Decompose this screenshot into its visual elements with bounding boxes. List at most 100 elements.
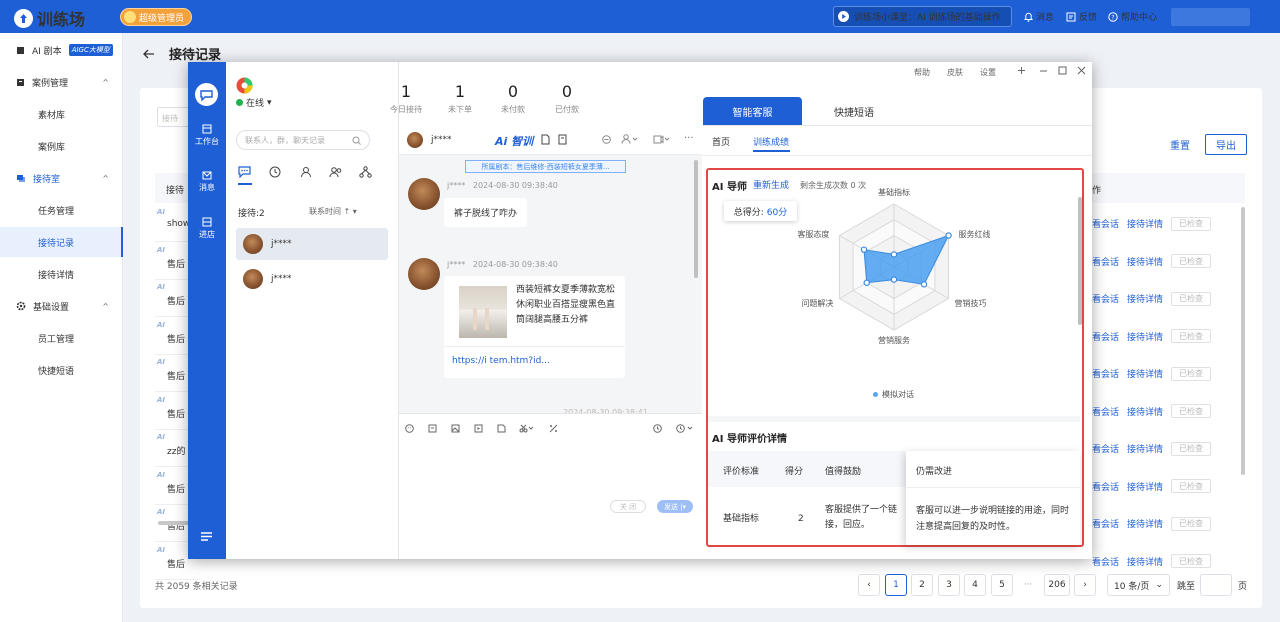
pin-icon[interactable]	[1017, 66, 1026, 75]
sidebar-item-task[interactable]: 任务管理	[0, 195, 123, 225]
checked-button[interactable]: 已检查	[1171, 516, 1212, 531]
close-chat-button[interactable]: 关 闭	[610, 500, 646, 513]
contact-item[interactable]: j****	[236, 228, 388, 260]
strip-messages[interactable]: 消息	[188, 171, 226, 193]
page-button[interactable]: 206	[1044, 574, 1070, 596]
checked-button[interactable]: 已检查	[1171, 254, 1212, 268]
reception-detail-link[interactable]: 接待详情	[1127, 217, 1163, 230]
product-link[interactable]: https://i tem.htm?id...	[452, 356, 550, 366]
reception-detail-link[interactable]: 接待详情	[1127, 517, 1163, 530]
chat-scrollbar[interactable]	[694, 160, 698, 278]
radar-point[interactable]	[920, 281, 928, 288]
clock-tab-icon[interactable]	[269, 166, 281, 178]
org-tab-icon[interactable]	[359, 166, 372, 178]
skin-control[interactable]: 皮肤	[947, 67, 963, 78]
video-icon[interactable]	[653, 135, 669, 144]
sort-select[interactable]: 联系时间 ↑ ▾	[309, 206, 357, 217]
sidebar-item-material[interactable]: 素材库	[0, 99, 123, 129]
page-button[interactable]: 3	[938, 574, 960, 596]
send-button[interactable]: 发送 |▾	[657, 500, 693, 513]
report-icon[interactable]	[558, 134, 568, 145]
view-session-link[interactable]: 看会话	[1092, 255, 1119, 268]
subtab-training-results[interactable]: 训练成绩	[753, 135, 789, 148]
prev-page-button[interactable]: ‹	[858, 574, 880, 596]
strip-workbench[interactable]: 工作台	[188, 124, 226, 147]
sidebar-item-quick-phrases[interactable]: 快捷短语	[0, 355, 123, 385]
reception-detail-link[interactable]: 接待详情	[1127, 292, 1163, 305]
view-session-link[interactable]: 看会话	[1092, 217, 1119, 230]
regenerate-button[interactable]: 重新生成	[753, 178, 789, 191]
emoji-icon[interactable]	[405, 424, 414, 433]
export-button[interactable]: 导出	[1205, 134, 1247, 155]
chat-logo-icon[interactable]	[195, 83, 218, 106]
view-session-link[interactable]: 看会话	[1092, 517, 1119, 530]
page-ellipsis[interactable]: ···	[1017, 574, 1039, 596]
lesson-link[interactable]: 训练场小课堂：AI 训练场的基础操作	[833, 6, 1012, 27]
view-session-link[interactable]: 看会话	[1092, 442, 1119, 455]
sidebar-item-staff[interactable]: 员工管理	[0, 323, 123, 353]
view-session-link[interactable]: 看会话	[1092, 555, 1119, 568]
tab-smart-service[interactable]: 智能客服	[703, 97, 802, 125]
reception-detail-link[interactable]: 接待详情	[1127, 255, 1163, 268]
sidebar-group-reception[interactable]: 接待室 ^	[0, 163, 123, 193]
scissors-icon[interactable]	[519, 424, 534, 433]
person-tab-icon[interactable]	[300, 166, 312, 178]
schedule-icon[interactable]	[676, 424, 693, 433]
reset-button[interactable]: 重置	[1170, 137, 1190, 152]
back-arrow-icon[interactable]	[143, 49, 155, 59]
help-control[interactable]: 帮助	[914, 67, 930, 78]
reception-detail-link[interactable]: 接待详情	[1127, 480, 1163, 493]
radar-point[interactable]	[890, 276, 898, 283]
message-editor[interactable]	[399, 413, 702, 559]
user-account[interactable]	[1171, 8, 1250, 26]
reception-detail-link[interactable]: 接待详情	[1127, 442, 1163, 455]
sidebar-item-case-library[interactable]: 案例库	[0, 131, 123, 161]
view-session-link[interactable]: 看会话	[1092, 480, 1119, 493]
checked-button[interactable]: 已检查	[1171, 554, 1212, 568]
tab-quick-phrases[interactable]: 快捷短语	[834, 104, 874, 119]
contact-item[interactable]: j****	[236, 263, 388, 295]
feedback-button[interactable]: 反馈	[1066, 10, 1097, 23]
chat-tab-icon[interactable]	[238, 166, 251, 178]
view-session-link[interactable]: 看会话	[1092, 330, 1119, 343]
settings-control[interactable]: 设置	[980, 67, 996, 78]
page-button[interactable]: 1	[885, 574, 907, 596]
checked-button[interactable]: 已检查	[1171, 216, 1212, 231]
minimize-icon[interactable]	[1039, 66, 1048, 75]
sidebar-item-reception-detail[interactable]: 接待详情	[0, 259, 123, 289]
document-icon[interactable]	[541, 134, 550, 145]
ai-train-button[interactable]: Ai 智训	[495, 133, 533, 149]
reception-detail-link[interactable]: 接待详情	[1127, 330, 1163, 343]
jump-input[interactable]	[1200, 574, 1232, 596]
file-icon[interactable]	[497, 424, 506, 433]
percent-icon[interactable]	[549, 424, 558, 433]
sidebar-item-ai-script[interactable]: AI 剧本 AIGC大模型	[0, 35, 123, 65]
reception-detail-link[interactable]: 接待详情	[1127, 367, 1163, 380]
help-center-button[interactable]: ? 帮助中心	[1108, 10, 1157, 23]
chart-legend[interactable]: 模拟对话	[873, 389, 914, 400]
reception-detail-link[interactable]: 接待详情	[1127, 405, 1163, 418]
result-scrollbar[interactable]	[1078, 197, 1082, 325]
more-icon[interactable]: ···	[684, 133, 694, 144]
menu-icon[interactable]	[200, 531, 213, 542]
page-button[interactable]: 5	[991, 574, 1013, 596]
reception-detail-link[interactable]: 接待详情	[1127, 555, 1163, 568]
add-user-icon[interactable]	[621, 134, 637, 144]
shop-avatar[interactable]	[236, 77, 253, 94]
template-icon[interactable]	[428, 424, 437, 433]
radar-point[interactable]	[945, 232, 952, 239]
checked-button[interactable]: 已检查	[1171, 479, 1212, 493]
maximize-icon[interactable]	[1058, 66, 1067, 75]
checked-button[interactable]: 已检查	[1171, 441, 1212, 456]
table-scrollbar[interactable]	[1241, 207, 1245, 475]
messages-button[interactable]: 消息	[1024, 10, 1054, 23]
view-session-link[interactable]: 看会话	[1092, 405, 1119, 418]
page-button[interactable]: 2	[911, 574, 933, 596]
next-page-button[interactable]: ›	[1074, 574, 1096, 596]
checked-button[interactable]: 已检查	[1171, 366, 1212, 381]
group-tab-icon[interactable]	[329, 166, 343, 178]
contact-search-input[interactable]: 联系人，群，聊天记录	[236, 130, 370, 150]
sidebar-group-settings[interactable]: 基础设置 ^	[0, 291, 123, 321]
radar-point[interactable]	[860, 246, 868, 253]
product-card[interactable]: 西装短裤女夏季薄款宽松休闲职业百搭显瘦黑色直筒阔腿高腰五分裤 https://i…	[444, 276, 625, 378]
